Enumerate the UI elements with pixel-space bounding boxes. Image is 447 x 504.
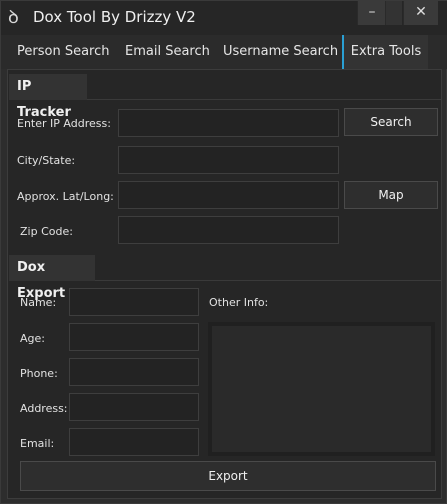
zip-code-label: Zip Code: [20, 225, 73, 238]
title-bar: ꝺ Dox Tool By Drizzy V2 – ✕ [1, 1, 447, 35]
lat-long-field[interactable] [118, 181, 339, 209]
city-state-label: City/State: [17, 154, 76, 167]
ip-tracker-heading: IP Tracker [9, 74, 87, 120]
city-state-field[interactable] [118, 146, 339, 174]
ip-address-label: Enter IP Address: [17, 117, 111, 130]
tab-person-search[interactable]: Person Search [17, 35, 109, 69]
name-input[interactable] [69, 288, 199, 316]
maximize-button[interactable] [385, 1, 402, 25]
tab-extra-tools[interactable]: Extra Tools [342, 35, 428, 69]
email-label: Email: [20, 437, 55, 450]
other-info-textarea[interactable] [208, 322, 435, 456]
age-input[interactable] [69, 323, 199, 351]
close-button[interactable]: ✕ [403, 1, 438, 25]
window-title: Dox Tool By Drizzy V2 [33, 8, 196, 26]
phone-label: Phone: [20, 367, 58, 380]
script-logo-icon: ꝺ [8, 7, 19, 28]
tab-username-search[interactable]: Username Search [223, 35, 338, 69]
dox-export-heading: Dox Export [9, 255, 95, 301]
lat-long-label: Approx. Lat/Long: [17, 190, 114, 203]
email-input[interactable] [69, 428, 199, 456]
name-label: Name: [20, 296, 57, 309]
ip-address-input[interactable] [118, 109, 339, 137]
section-divider [95, 280, 441, 281]
map-button[interactable]: Map [344, 181, 438, 209]
tab-email-search[interactable]: Email Search [125, 35, 210, 69]
search-button[interactable]: Search [344, 108, 438, 136]
phone-input[interactable] [69, 358, 199, 386]
other-info-label: Other Info: [209, 296, 269, 309]
section-divider [87, 99, 441, 100]
tab-bar: Person Search Email Search Username Sear… [1, 35, 447, 69]
age-label: Age: [20, 332, 45, 345]
export-button[interactable]: Export [20, 461, 436, 491]
address-label: Address: [20, 402, 68, 415]
app-window: ꝺ Dox Tool By Drizzy V2 – ✕ Person Searc… [0, 0, 447, 504]
address-input[interactable] [69, 393, 199, 421]
minimize-button[interactable]: – [357, 1, 386, 25]
zip-code-field[interactable] [118, 216, 339, 244]
